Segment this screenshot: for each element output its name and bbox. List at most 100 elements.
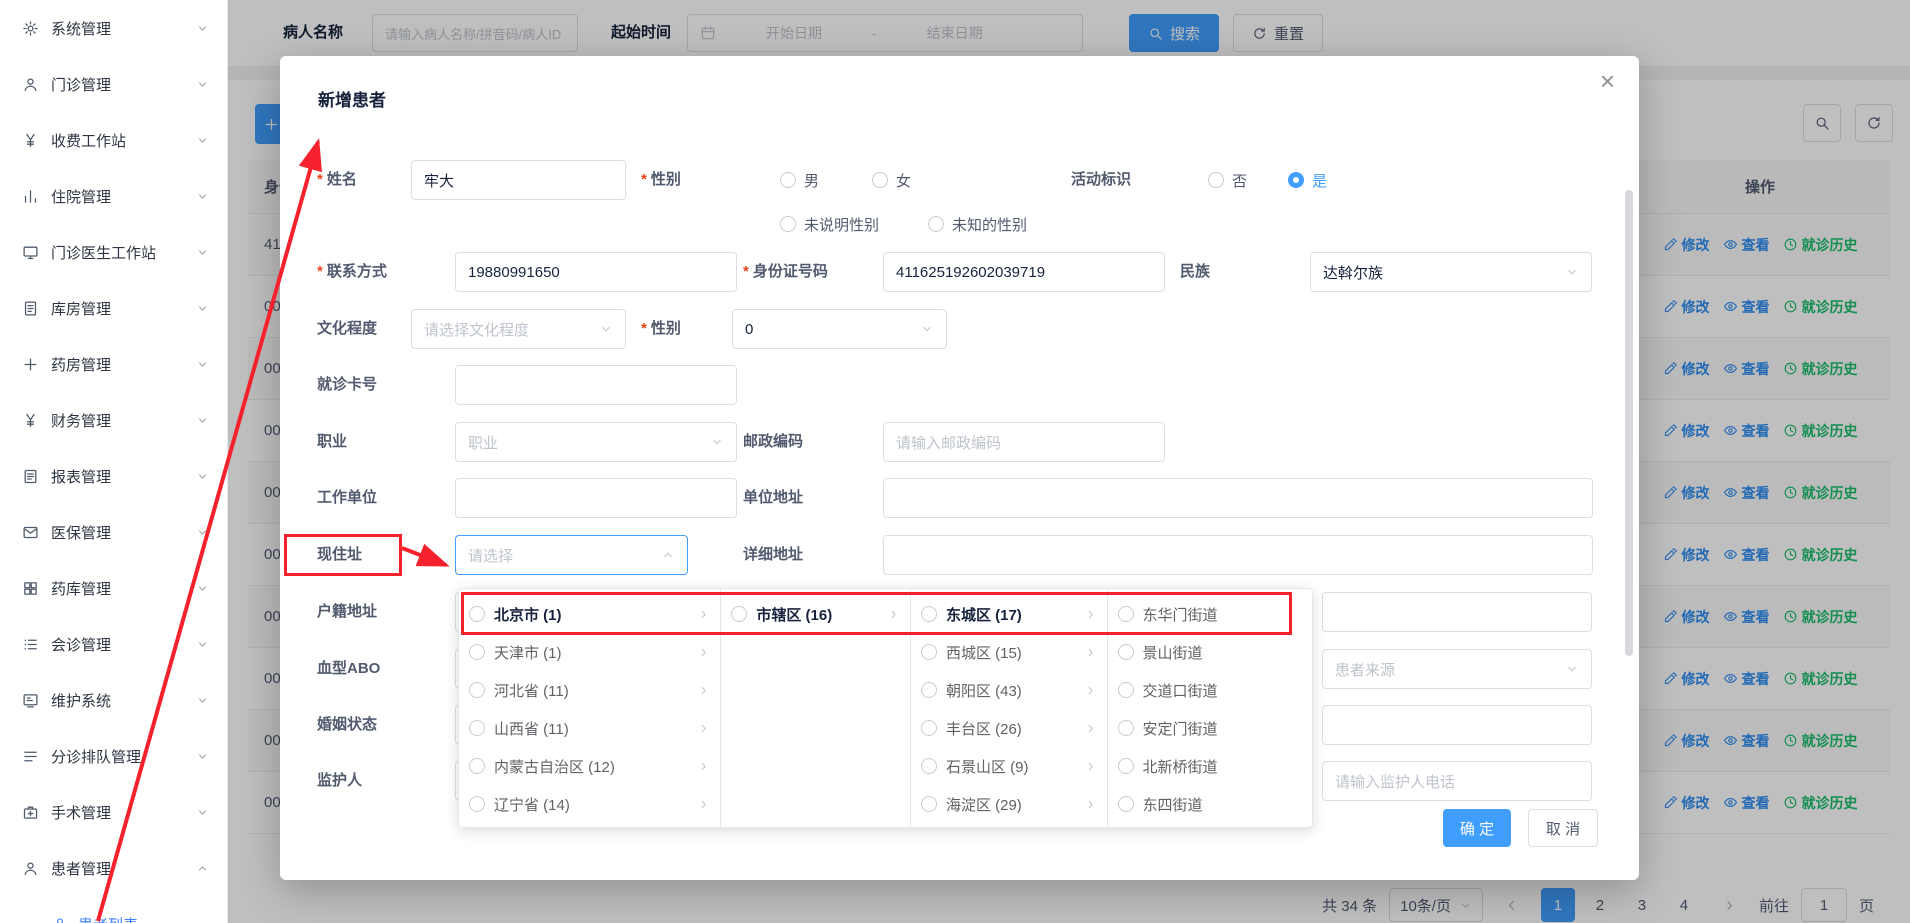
sidebar-menu: 系统管理门诊管理收费工作站住院管理门诊医生工作站库房管理药房管理财务管理报表管理… — [0, 0, 227, 896]
cascader-option[interactable]: 东华门街道 — [1108, 595, 1313, 633]
chevron-right-icon — [1084, 684, 1097, 697]
visit-card-input[interactable] — [455, 365, 737, 405]
cascader-option[interactable]: 西城区 (15) — [911, 633, 1107, 671]
cascader-option[interactable]: 景山街道 — [1108, 633, 1313, 671]
cascader-option[interactable]: 山西省 (11) — [459, 709, 720, 747]
sidebar-item[interactable]: 药房管理 — [0, 336, 227, 392]
sidebar-item[interactable]: 报表管理 — [0, 448, 227, 504]
sidebar-item[interactable]: 患者管理 — [0, 840, 227, 896]
gender-radio-male[interactable]: 男 — [780, 160, 819, 200]
ethnicity-select[interactable]: 达斡尔族 — [1310, 252, 1592, 292]
cancel-button[interactable]: 取 消 — [1528, 809, 1598, 847]
sidebar-item[interactable]: 维护系统 — [0, 672, 227, 728]
sidebar-item-label: 药库管理 — [51, 578, 184, 599]
marital-extra-input[interactable] — [1322, 705, 1592, 745]
sidebar-item[interactable]: 门诊管理 — [0, 56, 227, 112]
cascader-option[interactable]: 北京市 (1) — [459, 595, 720, 633]
chevron-down-icon — [196, 78, 209, 91]
modal-title: 新增患者 — [318, 86, 386, 111]
sidebar-item[interactable]: 医保管理 — [0, 504, 227, 560]
work-unit-input[interactable] — [455, 478, 737, 518]
chevron-down-icon — [196, 302, 209, 315]
guardian-phone-input[interactable]: 请输入监护人电话 — [1322, 761, 1592, 801]
sidebar-item-label: 财务管理 — [51, 410, 184, 431]
sidebar-item-label: 门诊医生工作站 — [51, 242, 184, 263]
grid-icon — [22, 580, 39, 597]
cascader-option[interactable]: 内蒙古自治区 (12) — [459, 747, 720, 785]
name-input[interactable]: 牢大 — [411, 160, 626, 200]
active-radio-yes[interactable]: 是 — [1288, 160, 1327, 200]
name-label: *姓名 — [317, 160, 357, 200]
cascader-option[interactable]: 丰台区 (26) — [911, 709, 1107, 747]
sidebar-item-label: 手术管理 — [51, 802, 184, 823]
cascader-option[interactable]: 北新桥街道 — [1108, 747, 1313, 785]
sidebar-item[interactable]: 系统管理 — [0, 0, 227, 56]
cascader-column: 北京市 (1)天津市 (1)河北省 (11)山西省 (11)内蒙古自治区 (12… — [459, 589, 721, 827]
chevron-down-icon — [196, 470, 209, 483]
user-icon — [22, 76, 39, 93]
contact-input[interactable]: 19880991650 — [455, 252, 737, 292]
cascader-column: 东城区 (17)西城区 (15)朝阳区 (43)丰台区 (26)石景山区 (9)… — [911, 589, 1108, 827]
radio-icon — [1118, 682, 1134, 698]
cascader-option[interactable]: 朝阳区 (43) — [911, 671, 1107, 709]
yen-icon — [22, 132, 39, 149]
cascader-option[interactable]: 东城区 (17) — [911, 595, 1107, 633]
radio-icon — [1118, 720, 1134, 736]
gender-radio-unexplained[interactable]: 未说明性别 — [780, 204, 879, 244]
cascader-option[interactable]: 东四街道 — [1108, 785, 1313, 823]
sidebar-item-patient-list[interactable]: 患者列表 — [0, 896, 227, 923]
chevron-down-icon — [196, 638, 209, 651]
cascader-option[interactable]: 石景山区 (9) — [911, 747, 1107, 785]
sidebar: 系统管理门诊管理收费工作站住院管理门诊医生工作站库房管理药房管理财务管理报表管理… — [0, 0, 228, 923]
cascader-option[interactable]: 交道口街道 — [1108, 671, 1313, 709]
sidebar-item[interactable]: 会诊管理 — [0, 616, 227, 672]
sidebar-item[interactable]: 住院管理 — [0, 168, 227, 224]
patient-source-select[interactable]: 患者来源 — [1322, 649, 1592, 689]
gender2-select[interactable]: 0 — [732, 309, 947, 349]
sidebar-item[interactable]: 收费工作站 — [0, 112, 227, 168]
sidebar-item-label: 库房管理 — [51, 298, 184, 319]
cascader-option[interactable]: 海淀区 (29) — [911, 785, 1107, 823]
radio-icon — [1118, 796, 1134, 812]
cascader-option[interactable]: 安定门街道 — [1108, 709, 1313, 747]
sidebar-item[interactable]: 库房管理 — [0, 280, 227, 336]
patient-list-icon — [52, 916, 68, 923]
cascader-option[interactable]: 河北省 (11) — [459, 671, 720, 709]
chevron-down-icon — [196, 134, 209, 147]
sidebar-item[interactable]: 财务管理 — [0, 392, 227, 448]
sidebar-item[interactable]: 手术管理 — [0, 784, 227, 840]
sidebar-item-label: 门诊管理 — [51, 74, 184, 95]
education-select[interactable]: 请选择文化程度 — [411, 309, 626, 349]
current-address-cascader[interactable]: 请选择 — [455, 535, 688, 575]
unit-address-input[interactable] — [883, 478, 1593, 518]
detail-address-input[interactable] — [883, 535, 1593, 575]
chevron-right-icon — [697, 722, 710, 735]
postal-code-input[interactable]: 请输入邮政编码 — [883, 422, 1165, 462]
detail-address-label: 详细地址 — [743, 535, 803, 575]
chevron-down-icon — [196, 22, 209, 35]
cascader-option[interactable]: 市辖区 (16) — [721, 595, 910, 633]
radio-icon — [872, 172, 888, 188]
gender-label: *性别 — [641, 160, 681, 200]
radio-icon — [1208, 172, 1224, 188]
modal-scrollbar[interactable] — [1625, 190, 1633, 656]
id-number-input[interactable]: 411625192602039719 — [883, 252, 1165, 292]
cascader-option[interactable]: 天津市 (1) — [459, 633, 720, 671]
ethnicity-label: 民族 — [1180, 252, 1210, 292]
sidebar-item[interactable]: 药库管理 — [0, 560, 227, 616]
active-radio-no[interactable]: 否 — [1208, 160, 1247, 200]
chevron-down-icon — [920, 322, 934, 336]
radio-icon — [1118, 758, 1134, 774]
confirm-button[interactable]: 确 定 — [1443, 809, 1511, 847]
sidebar-item[interactable]: 分诊排队管理 — [0, 728, 227, 784]
sidebar-submenu-label: 患者列表 — [78, 914, 138, 923]
gender-radio-female[interactable]: 女 — [872, 160, 911, 200]
household-extra-input[interactable] — [1322, 592, 1592, 632]
gender-radio-unknown[interactable]: 未知的性别 — [928, 204, 1027, 244]
cascader-option[interactable]: 辽宁省 (14) — [459, 785, 720, 823]
sidebar-item[interactable]: 门诊医生工作站 — [0, 224, 227, 280]
chevron-right-icon — [697, 646, 710, 659]
radio-icon — [780, 216, 796, 232]
occupation-select[interactable]: 职业 — [455, 422, 737, 462]
close-icon[interactable]: × — [1600, 68, 1615, 94]
